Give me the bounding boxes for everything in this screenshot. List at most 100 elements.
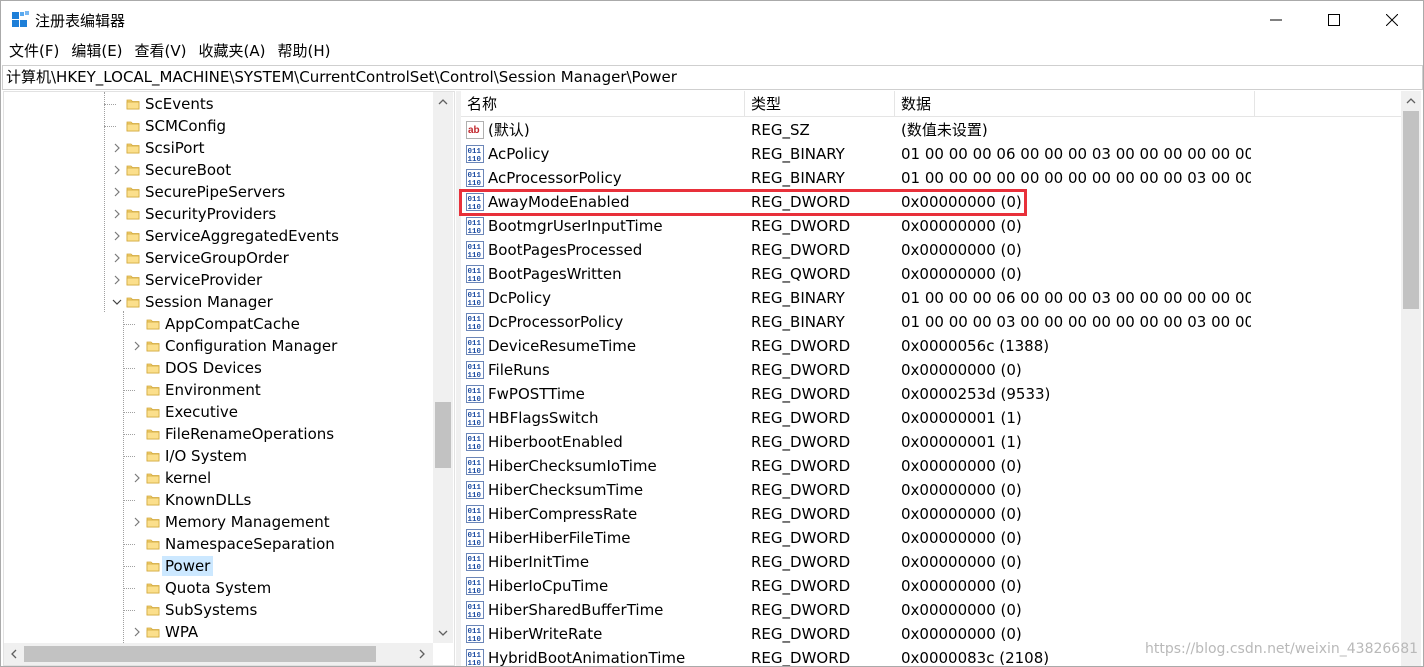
minimize-icon	[1270, 19, 1282, 21]
tree-item-serviceaggregatedevents[interactable]: ServiceAggregatedEvents	[110, 225, 342, 247]
tree-item-securepipeservers[interactable]: SecurePipeServers	[110, 181, 288, 203]
tree-item-label: ServiceProvider	[145, 271, 263, 289]
svg-text:011: 011	[468, 244, 482, 252]
tree-item-power[interactable]: Power	[130, 555, 214, 577]
value-row[interactable]: 011 110 HiberCompressRate REG_DWORD 0x000000…	[461, 502, 1401, 526]
minimize-button[interactable]	[1247, 1, 1305, 39]
chevron-right-icon[interactable]	[130, 511, 144, 533]
tree-item-wpa[interactable]: WPA	[130, 621, 201, 643]
folder-icon	[144, 313, 162, 335]
close-icon	[1386, 14, 1398, 26]
tree-item-session-manager[interactable]: Session Manager	[110, 291, 276, 313]
chevron-right-icon[interactable]	[110, 247, 124, 269]
tree-item-memory-management[interactable]: Memory Management	[130, 511, 333, 533]
tree-item-knowndlls[interactable]: KnownDLLs	[130, 489, 254, 511]
chevron-right-icon[interactable]	[110, 137, 124, 159]
tree-item-i-o-system[interactable]: I/O System	[130, 445, 250, 467]
value-row[interactable]: 011 110 HiberIoCpuTime REG_DWORD 0x00000000 …	[461, 574, 1401, 598]
tree-item-serviceprovider[interactable]: ServiceProvider	[110, 269, 265, 291]
tree-item-configuration-manager[interactable]: Configuration Manager	[130, 335, 340, 357]
value-data: 0x00000001 (1)	[901, 409, 1022, 427]
list-vertical-scrollbar[interactable]	[1401, 91, 1421, 666]
value-row[interactable]: 011 110 HiberSharedBufferTime REG_DWORD 0x00…	[461, 598, 1401, 622]
tree-item-scsiport[interactable]: ScsiPort	[110, 137, 208, 159]
tree-scroll-up-icon[interactable]	[433, 92, 453, 112]
folder-icon	[144, 467, 162, 489]
value-row[interactable]: 011 110 HiberHiberFileTime REG_DWORD 0x00000…	[461, 526, 1401, 550]
value-row[interactable]: 011 110 BootPagesProcessed REG_DWORD 0x00000…	[461, 238, 1401, 262]
chevron-right-icon[interactable]	[110, 269, 124, 291]
tree-scroll-left-icon[interactable]	[4, 644, 24, 664]
tree-item-secureboot[interactable]: SecureBoot	[110, 159, 234, 181]
column-header-name[interactable]: 名称	[461, 91, 745, 117]
close-button[interactable]	[1363, 1, 1421, 39]
title-bar[interactable]: 注册表编辑器	[1, 1, 1423, 39]
value-row[interactable]: 011 110 DcProcessorPolicy REG_BINARY 01 00 0…	[461, 310, 1401, 334]
tree-vertical-thumb[interactable]	[435, 402, 451, 468]
value-row[interactable]: 011 110 FwPOSTTime REG_DWORD 0x0000253d (953…	[461, 382, 1401, 406]
tree-item-executive[interactable]: Executive	[130, 401, 241, 423]
list-vertical-thumb[interactable]	[1403, 111, 1419, 309]
tree-item-environment[interactable]: Environment	[130, 379, 264, 401]
chevron-right-icon[interactable]	[130, 335, 144, 357]
column-header-type[interactable]: 类型	[745, 91, 895, 117]
menu-item-1[interactable]: 编辑(E)	[65, 39, 128, 63]
values-list-pane[interactable]: 名称 类型 数据 ab (默认) REG_SZ (数值未设置) 011 110 AcPoli…	[461, 91, 1423, 666]
tree-item-dos-devices[interactable]: DOS Devices	[130, 357, 265, 379]
menu-item-0[interactable]: 文件(F)	[3, 39, 65, 63]
chevron-right-icon[interactable]	[110, 203, 124, 225]
chevron-right-icon[interactable]	[130, 467, 144, 489]
maximize-button[interactable]	[1305, 1, 1363, 39]
tree-item-filerenameoperations[interactable]: FileRenameOperations	[130, 423, 337, 445]
tree-item-servicegrouporder[interactable]: ServiceGroupOrder	[110, 247, 292, 269]
value-row[interactable]: 011 110 HBFlagsSwitch REG_DWORD 0x00000001 (…	[461, 406, 1401, 430]
value-row[interactable]: 011 110 BootPagesWritten REG_QWORD 0x0000000…	[461, 262, 1401, 286]
tree-item-scevents[interactable]: ScEvents	[110, 93, 217, 115]
chevron-right-icon[interactable]	[110, 159, 124, 181]
tree-item-label: Environment	[165, 381, 261, 399]
tree-item-kernel[interactable]: kernel	[130, 467, 214, 489]
chevron-right-icon[interactable]	[110, 181, 124, 203]
value-row[interactable]: 011 110 AcProcessorPolicy REG_BINARY 01 00 0…	[461, 166, 1401, 190]
window-title: 注册表编辑器	[35, 12, 126, 30]
menu-item-3[interactable]: 收藏夹(A)	[193, 39, 272, 63]
chevron-right-icon[interactable]	[130, 621, 144, 643]
address-bar[interactable]: 计算机\HKEY_LOCAL_MACHINE\SYSTEM\CurrentCon…	[2, 65, 1423, 90]
svg-text:110: 110	[468, 588, 482, 595]
tree-item-quota-system[interactable]: Quota System	[130, 577, 274, 599]
tree-horizontal-scrollbar[interactable]	[4, 643, 433, 665]
tree-horizontal-thumb[interactable]	[24, 646, 376, 662]
value-row[interactable]: 011 110 FileRuns REG_DWORD 0x00000000 (0)	[461, 358, 1401, 382]
tree-item-securityproviders[interactable]: SecurityProviders	[110, 203, 279, 225]
menu-item-4[interactable]: 帮助(H)	[271, 39, 336, 63]
value-row[interactable]: 011 110 HiberChecksumIoTime REG_DWORD 0x0000…	[461, 454, 1401, 478]
value-row[interactable]: ab (默认) REG_SZ (数值未设置)	[461, 118, 1401, 142]
chevron-down-icon[interactable]	[110, 291, 124, 313]
value-row[interactable]: 011 110 HiberbootEnabled REG_DWORD 0x0000000…	[461, 430, 1401, 454]
tree-scroll-down-icon[interactable]	[433, 623, 453, 643]
folder-icon	[124, 93, 142, 115]
tree-item-appcompatcache[interactable]: AppCompatCache	[130, 313, 303, 335]
list-scroll-up-icon[interactable]	[1401, 91, 1421, 111]
tree-scroll-right-icon[interactable]	[412, 644, 432, 664]
tree-item-scmconfig[interactable]: SCMConfig	[110, 115, 229, 137]
value-row[interactable]: 011 110 HiberChecksumTime REG_DWORD 0x000000…	[461, 478, 1401, 502]
folder-icon	[144, 577, 162, 599]
column-header-data[interactable]: 数据	[895, 91, 1255, 117]
value-row[interactable]: 011 110 DeviceResumeTime REG_DWORD 0x0000056…	[461, 334, 1401, 358]
value-row[interactable]: 011 110 HiberInitTime REG_DWORD 0x00000000 (…	[461, 550, 1401, 574]
value-row[interactable]: 011 110 BootmgrUserInputTime REG_DWORD 0x000…	[461, 214, 1401, 238]
key-tree-pane[interactable]: ScEvents SCMConfig ScsiPort SecureBoot Secur…	[3, 91, 455, 666]
value-name: HiberCompressRate	[488, 505, 638, 523]
value-row[interactable]: 011 110 DcPolicy REG_BINARY 01 00 00 00 06 0…	[461, 286, 1401, 310]
folder-icon	[144, 423, 162, 445]
tree-vertical-scrollbar[interactable]	[433, 92, 453, 643]
tree-item-subsystems[interactable]: SubSystems	[130, 599, 260, 621]
chevron-right-icon[interactable]	[110, 225, 124, 247]
value-row[interactable]: 011 110 AcPolicy REG_BINARY 01 00 00 00 06 0…	[461, 142, 1401, 166]
menu-item-2[interactable]: 查看(V)	[129, 39, 193, 63]
tree-item-namespaceseparation[interactable]: NamespaceSeparation	[130, 533, 338, 555]
